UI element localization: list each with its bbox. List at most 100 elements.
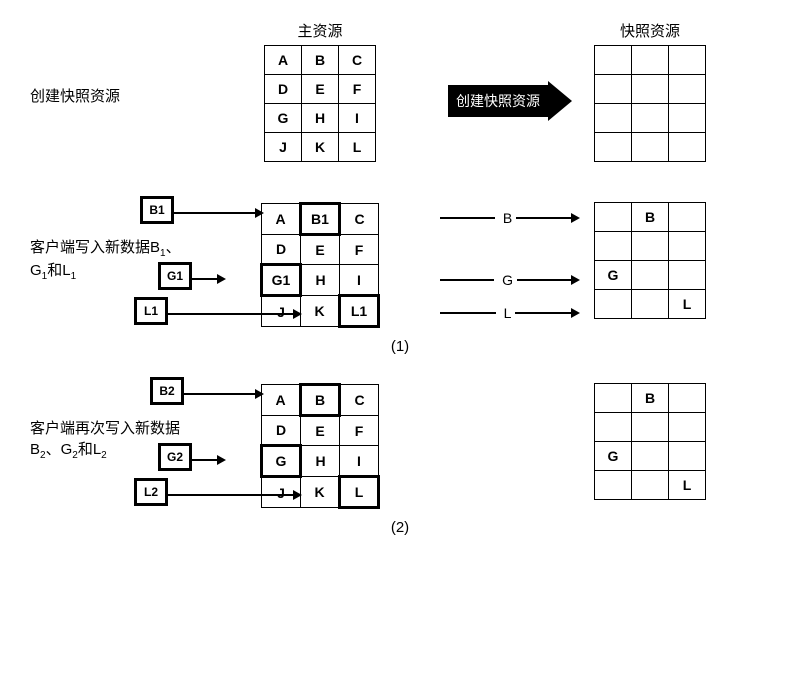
grid-cell xyxy=(595,46,632,75)
grid-cell: H xyxy=(302,104,339,133)
grid-cell: B xyxy=(302,46,339,75)
grid-cell: G xyxy=(595,442,632,471)
grid-cell: L xyxy=(669,471,706,500)
grid-cell xyxy=(632,290,669,319)
grid-cell: A xyxy=(265,46,302,75)
transfer-arrow: B xyxy=(440,210,580,226)
grid-cell xyxy=(595,384,632,413)
grid-cell: L xyxy=(340,477,379,508)
grid-cell: C xyxy=(339,46,376,75)
grid-cell: L xyxy=(669,290,706,319)
input-arrow xyxy=(168,490,302,500)
columns-header: 主资源 快照资源 xyxy=(30,20,770,41)
grid-cell: G1 xyxy=(262,265,301,296)
grid-cell: F xyxy=(339,75,376,104)
grid-cell: L xyxy=(339,133,376,162)
grid-cell xyxy=(669,104,706,133)
arrow-text: 创建快照资源 xyxy=(448,85,548,117)
input-arrow xyxy=(174,208,264,218)
grid-cell: E xyxy=(301,416,340,446)
grid-cell: I xyxy=(340,446,379,477)
input-box: B2 xyxy=(150,377,184,405)
grid-cell xyxy=(669,46,706,75)
grid-cell xyxy=(669,442,706,471)
grid-cell: F xyxy=(340,416,379,446)
grid-cell: I xyxy=(340,265,379,296)
step1-main-grid: ABC DEF GHI JKL xyxy=(264,45,376,162)
grid-cell xyxy=(669,203,706,232)
grid-cell: G xyxy=(265,104,302,133)
grid-cell: B1 xyxy=(301,204,340,235)
grid-cell: G xyxy=(262,446,301,477)
grid-cell: B xyxy=(301,385,340,416)
grid-cell: C xyxy=(340,385,379,416)
grid-cell: D xyxy=(262,235,301,265)
grid-cell: K xyxy=(301,477,340,508)
input-box: B1 xyxy=(140,196,174,224)
grid-cell: E xyxy=(302,75,339,104)
step1-label: 创建快照资源 xyxy=(30,45,200,106)
grid-cell xyxy=(595,471,632,500)
grid-cell: H xyxy=(301,446,340,477)
step3-snap-grid: BG L xyxy=(594,383,706,500)
figure-label-1: (1) xyxy=(30,338,770,355)
step1-row: 创建快照资源 ABC DEF GHI JKL 创建快照资源 xyxy=(30,45,770,162)
grid-cell xyxy=(632,104,669,133)
grid-cell: J xyxy=(265,133,302,162)
grid-cell: K xyxy=(301,296,340,327)
transfer-arrow: G xyxy=(440,272,580,288)
grid-cell: K xyxy=(302,133,339,162)
grid-cell xyxy=(595,232,632,261)
grid-cell xyxy=(632,471,669,500)
input-box: G1 xyxy=(158,262,192,290)
grid-cell xyxy=(669,133,706,162)
grid-cell: D xyxy=(262,416,301,446)
grid-cell xyxy=(595,104,632,133)
transfer-arrow: L xyxy=(440,305,580,321)
figure-label-2: (2) xyxy=(30,519,770,536)
grid-cell xyxy=(595,75,632,104)
grid-cell: B xyxy=(632,203,669,232)
grid-cell: B xyxy=(632,384,669,413)
step2-row: 客户端写入新数据B1、G1和L1 B1G1L1 AB1CDEFG1HIJKL1 … xyxy=(30,202,770,328)
grid-cell xyxy=(595,203,632,232)
header-main: 主资源 xyxy=(200,20,440,41)
grid-cell xyxy=(632,46,669,75)
grid-cell xyxy=(595,413,632,442)
grid-cell: A xyxy=(262,385,301,416)
grid-cell xyxy=(632,261,669,290)
grid-cell xyxy=(632,75,669,104)
grid-cell: I xyxy=(339,104,376,133)
grid-cell: E xyxy=(301,235,340,265)
grid-cell xyxy=(669,384,706,413)
grid-cell: H xyxy=(301,265,340,296)
grid-cell xyxy=(669,75,706,104)
grid-cell: L1 xyxy=(340,296,379,327)
grid-cell: A xyxy=(262,204,301,235)
grid-cell: G xyxy=(595,261,632,290)
grid-cell: D xyxy=(265,75,302,104)
step3-row: 客户端再次写入新数据B2、G2和L2 B2G2L2 ABCDEFGHIJKL B… xyxy=(30,383,770,509)
input-box: L1 xyxy=(134,297,168,325)
input-arrow xyxy=(192,455,226,465)
step1-snap-grid xyxy=(594,45,706,162)
create-snapshot-arrow: 创建快照资源 xyxy=(448,81,572,121)
grid-cell xyxy=(595,290,632,319)
grid-cell xyxy=(595,133,632,162)
grid-cell xyxy=(669,413,706,442)
grid-cell xyxy=(632,413,669,442)
grid-cell: C xyxy=(340,204,379,235)
grid-cell: F xyxy=(340,235,379,265)
input-box: G2 xyxy=(158,443,192,471)
input-arrow xyxy=(192,274,226,284)
input-arrow xyxy=(168,309,302,319)
header-snap: 快照资源 xyxy=(580,20,720,41)
input-box: L2 xyxy=(134,478,168,506)
arrow-head-icon xyxy=(548,81,572,121)
grid-cell xyxy=(669,232,706,261)
grid-cell xyxy=(632,442,669,471)
grid-cell xyxy=(632,133,669,162)
grid-cell xyxy=(632,232,669,261)
grid-cell xyxy=(669,261,706,290)
step2-snap-grid: BG L xyxy=(594,202,706,319)
